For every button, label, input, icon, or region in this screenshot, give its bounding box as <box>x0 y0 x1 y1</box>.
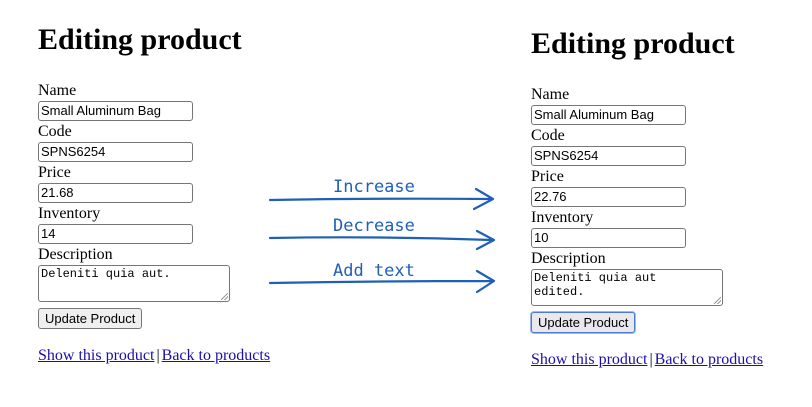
decrease-annotation: Decrease <box>333 216 415 236</box>
annotation-arrows: Increase Decrease Add text <box>268 177 496 294</box>
add-text-annotation: Add text <box>333 261 415 281</box>
increase-annotation: Increase <box>333 177 415 197</box>
